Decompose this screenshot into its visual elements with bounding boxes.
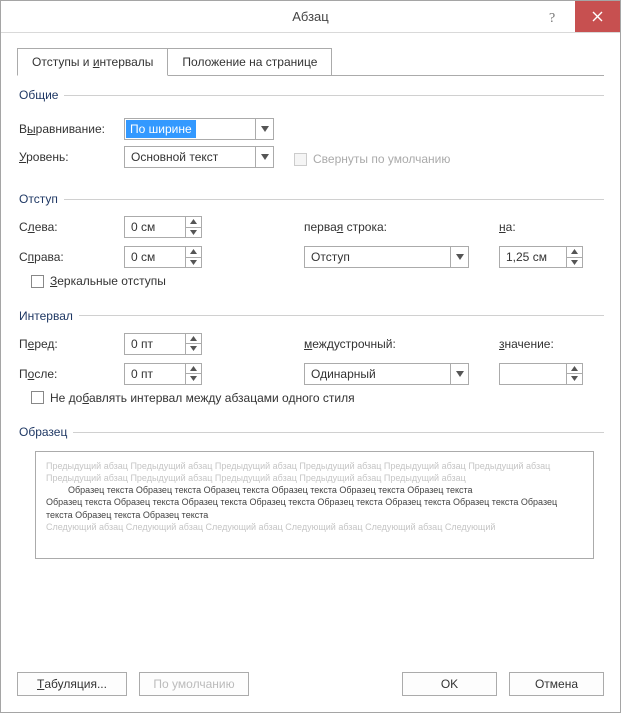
footer: Табуляция... По умолчанию OK Отмена (17, 664, 604, 696)
firstline-label: первая строка: (304, 220, 479, 234)
window-title: Абзац (1, 9, 620, 24)
right-spin[interactable]: 0 см (124, 246, 202, 268)
level-value: Основной текст (125, 147, 240, 167)
left-value: 0 см (125, 217, 173, 237)
legend-indent: Отступ (17, 192, 64, 206)
mirror-checkbox[interactable] (31, 275, 44, 288)
ok-button[interactable]: OK (402, 672, 497, 696)
before-label: Перед: (19, 337, 124, 351)
group-indent: Отступ Слева: 0 см первая строка: на: Сп… (17, 192, 604, 295)
cancel-button[interactable]: Отмена (509, 672, 604, 696)
alignment-value: По ширине (126, 120, 196, 138)
spin-down-icon[interactable] (567, 374, 582, 384)
noadd-label: Не добавлять интервал между абзацами одн… (50, 391, 355, 405)
default-button: По умолчанию (139, 672, 249, 696)
by-value: 1,25 см (500, 247, 565, 267)
titlebar: Абзац ? (1, 1, 620, 33)
after-value: 0 пт (125, 364, 171, 384)
preview-sample2: Образец текста Образец текста Образец те… (46, 497, 557, 519)
before-spin[interactable]: 0 пт (124, 333, 202, 355)
level-label: Уровень: (19, 150, 124, 164)
legend-preview: Образец (17, 425, 73, 439)
collapsed-checkbox (294, 153, 307, 166)
spin-up-icon[interactable] (186, 247, 201, 258)
spin-down-icon[interactable] (186, 258, 201, 268)
preview-sample1: Образец текста Образец текста Образец те… (46, 484, 583, 496)
chevron-down-icon (450, 364, 468, 384)
left-spin[interactable]: 0 см (124, 216, 202, 238)
after-spin[interactable]: 0 пт (124, 363, 202, 385)
tab-strip: Отступы и интервалы Положение на страниц… (17, 47, 604, 76)
spin-down-icon[interactable] (186, 374, 201, 384)
at-label: значение: (499, 337, 584, 351)
spin-up-icon[interactable] (186, 217, 201, 228)
spin-down-icon[interactable] (567, 258, 582, 268)
dialog-body: Отступы и интервалы Положение на страниц… (1, 33, 620, 712)
spin-down-icon[interactable] (186, 228, 201, 238)
left-label: Слева: (19, 220, 124, 234)
before-value: 0 пт (125, 334, 171, 354)
group-spacing: Интервал Перед: 0 пт междустрочный: знач… (17, 309, 604, 412)
group-general: Общие Выравнивание: По ширине Уровень: О… (17, 88, 604, 178)
line-label: междустрочный: (304, 337, 479, 351)
line-value: Одинарный (305, 364, 398, 384)
chevron-down-icon (255, 147, 273, 167)
spin-up-icon[interactable] (186, 334, 201, 345)
legend-general: Общие (17, 88, 64, 102)
line-select[interactable]: Одинарный (304, 363, 469, 385)
tabs-button[interactable]: Табуляция... (17, 672, 127, 696)
spin-up-icon[interactable] (186, 364, 201, 375)
chevron-down-icon (255, 119, 273, 139)
collapsed-label: Свернуты по умолчанию (313, 152, 450, 166)
alignment-select[interactable]: По ширине (124, 118, 274, 140)
legend-spacing: Интервал (17, 309, 79, 323)
preview-prev: Предыдущий абзац Предыдущий абзац Предыд… (46, 461, 550, 483)
group-preview: Образец Предыдущий абзац Предыдущий абза… (17, 425, 604, 563)
at-spin[interactable] (499, 363, 583, 385)
preview-next: Следующий абзац Следующий абзац Следующи… (46, 522, 495, 532)
by-spin[interactable]: 1,25 см (499, 246, 583, 268)
preview-box: Предыдущий абзац Предыдущий абзац Предыд… (35, 451, 594, 559)
chevron-down-icon (450, 247, 468, 267)
spin-up-icon[interactable] (567, 364, 582, 375)
mirror-label: Зеркальные отступы (50, 274, 166, 288)
tab-position[interactable]: Положение на странице (167, 48, 332, 76)
noadd-checkbox[interactable] (31, 391, 44, 404)
tab-indents[interactable]: Отступы и интервалы (17, 48, 168, 76)
firstline-value: Отступ (305, 247, 372, 267)
after-label: После: (19, 367, 124, 381)
right-label: Справа: (19, 250, 124, 264)
level-select[interactable]: Основной текст (124, 146, 274, 168)
paragraph-dialog: Абзац ? Отступы и интервалы Положение на… (0, 0, 621, 713)
alignment-label: Выравнивание: (19, 122, 124, 136)
firstline-select[interactable]: Отступ (304, 246, 469, 268)
right-value: 0 см (125, 247, 173, 267)
spin-down-icon[interactable] (186, 344, 201, 354)
spin-up-icon[interactable] (567, 247, 582, 258)
by-label: на: (499, 220, 584, 234)
